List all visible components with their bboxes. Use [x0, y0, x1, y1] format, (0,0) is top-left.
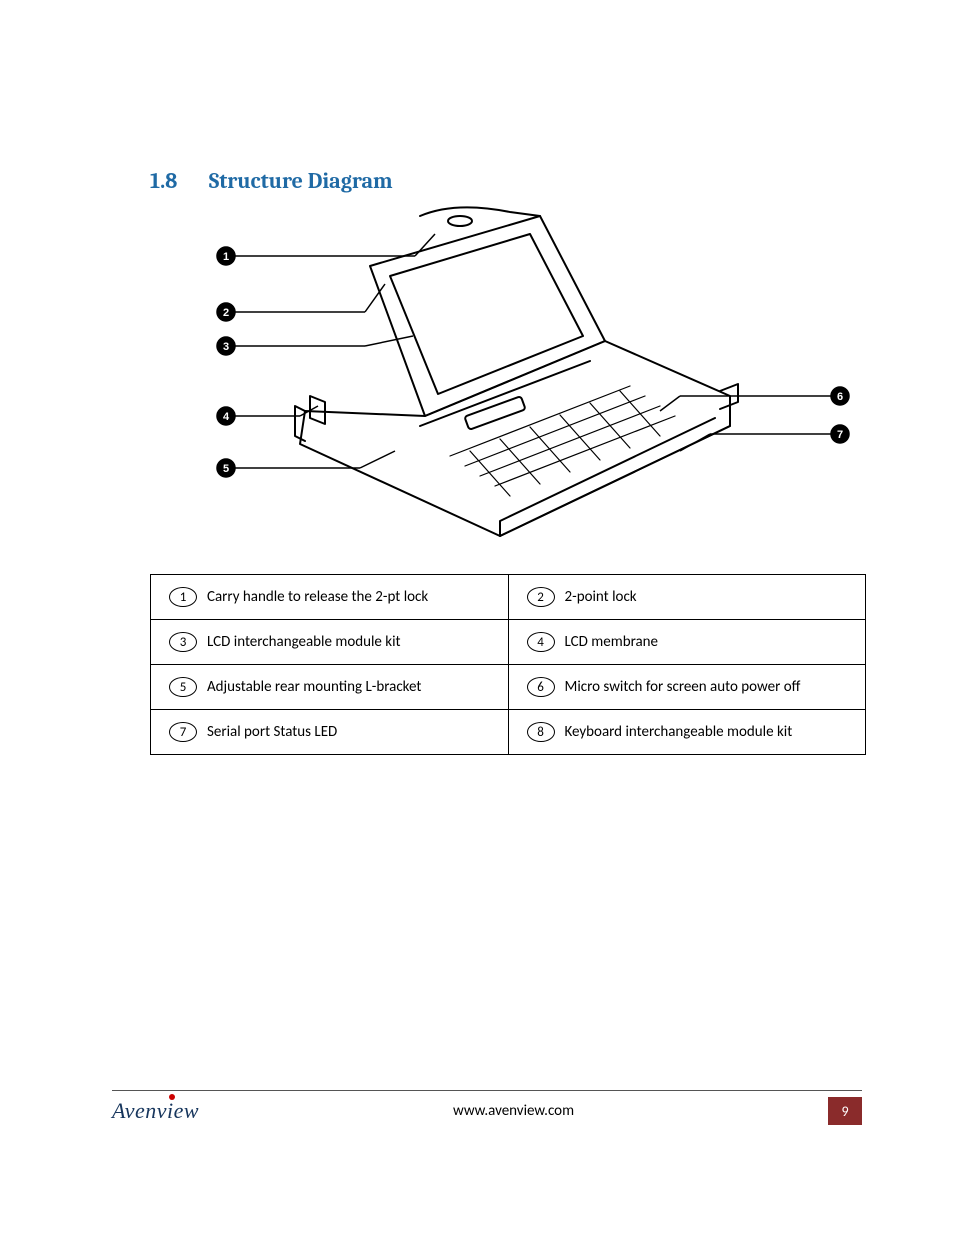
- part-number: 2: [527, 587, 555, 607]
- part-label: Keyboard interchangeable module kit: [565, 723, 793, 741]
- callout-6: 6: [837, 391, 843, 403]
- callout-2: 2: [223, 307, 229, 319]
- part-label: Carry handle to release the 2-pt lock: [207, 588, 428, 606]
- table-row: 3 LCD interchangeable module kit 4 LCD m…: [151, 620, 866, 665]
- part-label: LCD interchangeable module kit: [207, 633, 401, 651]
- diagram-svg: 1 2 3 4 5 6 7: [210, 206, 860, 556]
- part-label: LCD membrane: [565, 633, 659, 651]
- page-number: 9: [828, 1097, 862, 1125]
- section-heading: 1.8 Structure Diagram: [150, 168, 870, 194]
- table-row: 5 Adjustable rear mounting L-bracket 6 M…: [151, 665, 866, 710]
- callout-1: 1: [223, 251, 229, 263]
- table-row: 7 Serial port Status LED 8 Keyboard inte…: [151, 710, 866, 755]
- part-number: 6: [527, 677, 555, 697]
- part-label: Adjustable rear mounting L-bracket: [207, 678, 421, 696]
- page-footer: Avenview www.avenview.com 9: [112, 1090, 862, 1125]
- part-number: 5: [169, 677, 197, 697]
- part-number: 8: [527, 722, 555, 742]
- brand-logo: Avenview: [112, 1098, 199, 1124]
- table-row: 1 Carry handle to release the 2-pt lock …: [151, 575, 866, 620]
- part-label: 2-point lock: [565, 588, 637, 606]
- footer-divider: [112, 1090, 862, 1091]
- callout-7: 7: [837, 429, 843, 441]
- structure-diagram: 1 2 3 4 5 6 7: [210, 206, 860, 556]
- part-label: Micro switch for screen auto power off: [565, 678, 801, 696]
- part-number: 4: [527, 632, 555, 652]
- heading-number: 1.8: [150, 168, 204, 194]
- callout-4: 4: [223, 411, 230, 423]
- part-number: 3: [169, 632, 197, 652]
- callout-5: 5: [223, 463, 229, 475]
- part-label: Serial port Status LED: [207, 723, 337, 741]
- part-number: 7: [169, 722, 197, 742]
- part-number: 1: [169, 587, 197, 607]
- heading-title: Structure Diagram: [209, 168, 393, 194]
- callout-3: 3: [223, 341, 229, 353]
- footer-url: www.avenview.com: [199, 1102, 828, 1120]
- parts-table: 1 Carry handle to release the 2-pt lock …: [150, 574, 866, 755]
